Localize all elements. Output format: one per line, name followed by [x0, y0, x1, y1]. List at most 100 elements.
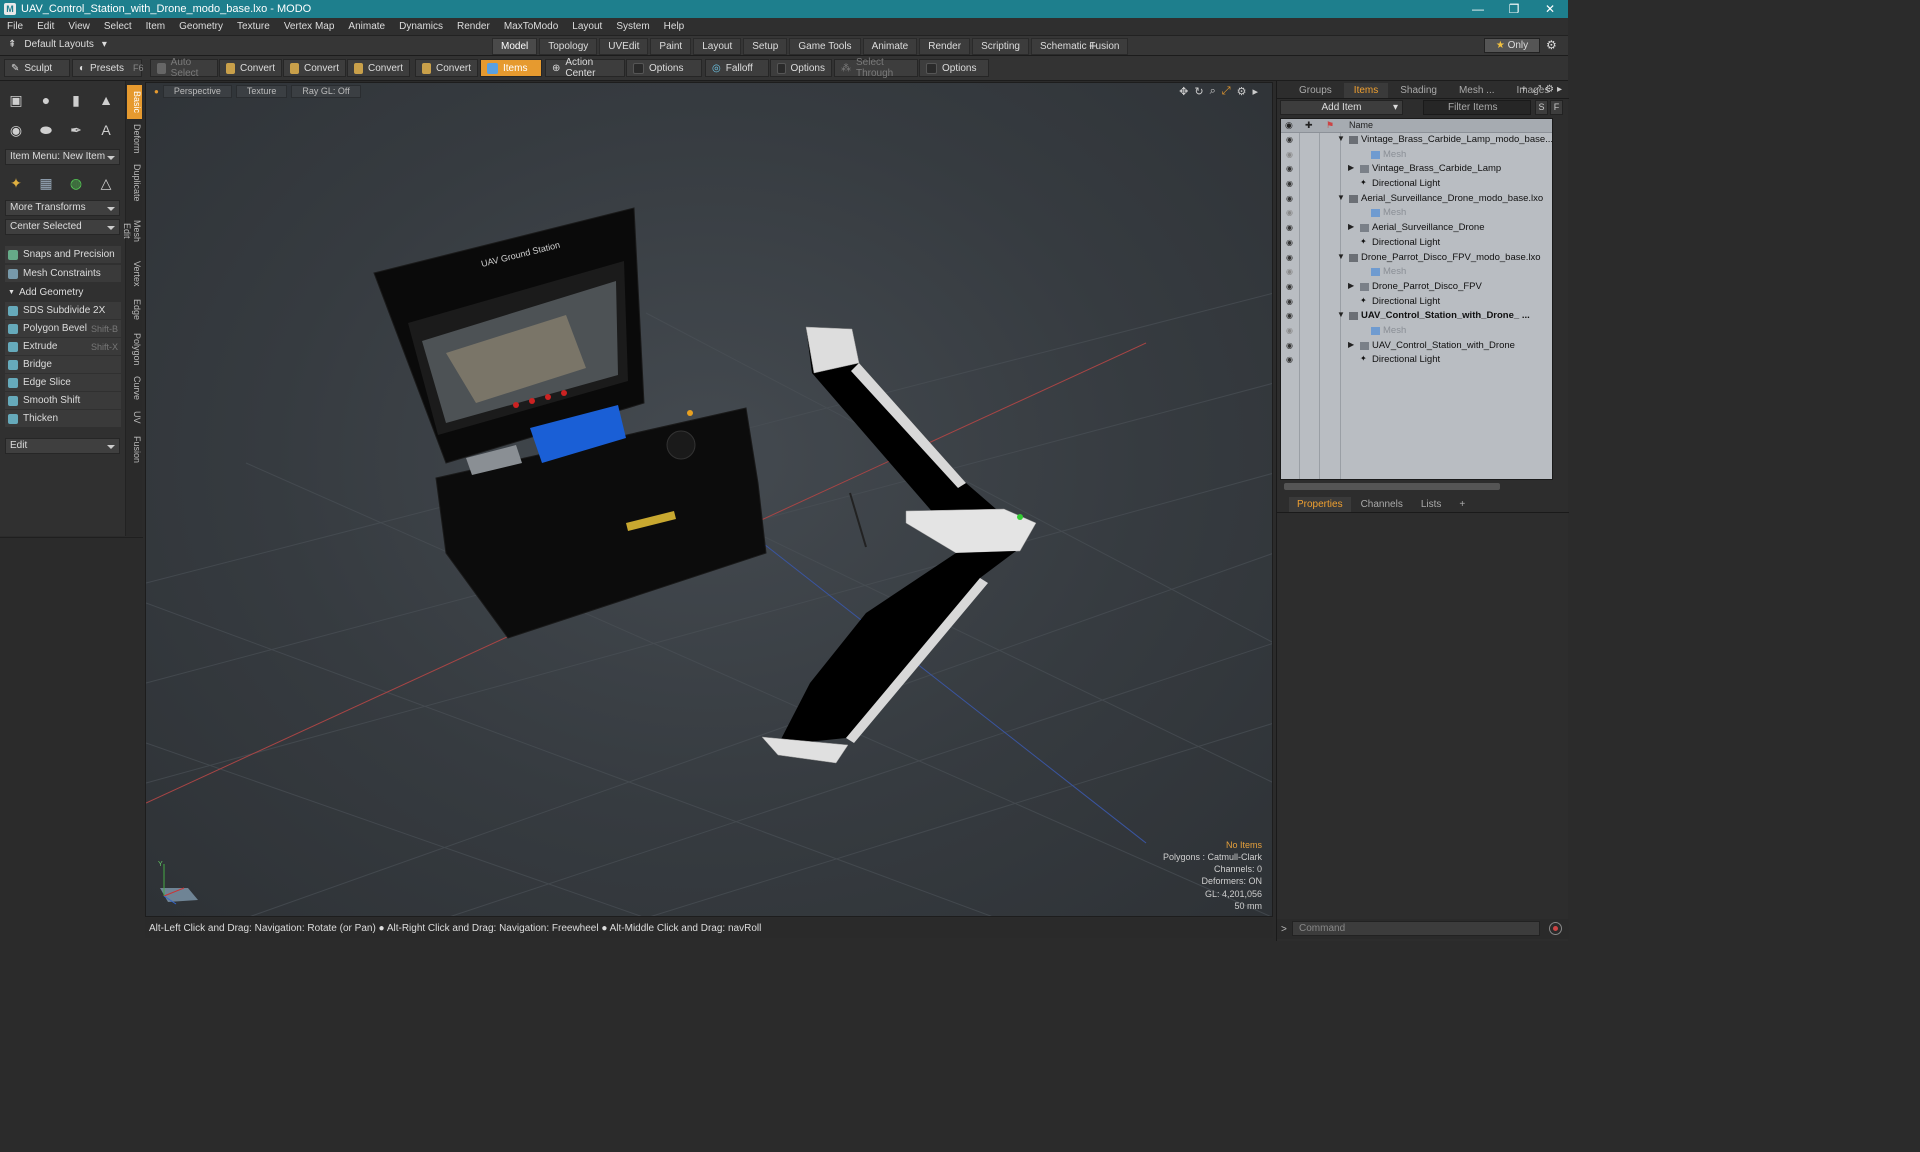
command-input[interactable]: Command [1292, 921, 1540, 936]
tab-animate[interactable]: Animate [862, 38, 918, 55]
convert-button-3[interactable]: Convert [347, 59, 410, 77]
item-row[interactable]: ◉ Mesh [1281, 206, 1552, 221]
cylinder-icon[interactable]: ▮ [64, 88, 88, 112]
add-tab-icon[interactable]: + [1521, 84, 1527, 95]
expand-down-icon[interactable]: ▼ [1337, 134, 1345, 143]
expand-right-icon[interactable]: ▶ [1348, 281, 1354, 290]
item-row[interactable]: ◉ ▶ Vintage_Brass_Carbide_Lamp [1281, 162, 1552, 177]
action-center-button[interactable]: ⊕ Action Center [545, 57, 625, 79]
menu-item[interactable]: Item [139, 21, 172, 32]
restore-button[interactable]: ❐ [1496, 2, 1532, 16]
menu-dynamics[interactable]: Dynamics [392, 21, 450, 32]
vtab-duplicate[interactable]: Duplicate [127, 161, 142, 205]
zoom-icon[interactable]: ⌕ [1210, 85, 1216, 98]
menu-vertex-map[interactable]: Vertex Map [277, 21, 342, 32]
thicken-button[interactable]: Thicken [5, 410, 121, 427]
item-row[interactable]: ◉ ▼ Aerial_Surveillance_Drone_modo_base.lx… [1281, 192, 1552, 207]
tab-paint[interactable]: Paint [650, 38, 692, 55]
menu-layout[interactable]: Layout [565, 21, 609, 32]
sphere-icon[interactable]: ● [34, 88, 58, 112]
tab-layout[interactable]: Layout [693, 38, 742, 55]
auto-select-button[interactable]: Auto Select [150, 57, 218, 79]
play-icon[interactable]: ▸ [1252, 85, 1258, 98]
visibility-eye-icon[interactable]: ◉ [1286, 297, 1296, 306]
item-row[interactable]: ◉ Mesh [1281, 324, 1552, 339]
item-row[interactable]: ◉ ▶ UAV_Control_Station_with_Drone [1281, 339, 1552, 354]
polygon-bevel-button[interactable]: Polygon Bevel Shift-B [5, 320, 121, 337]
visibility-eye-icon[interactable]: ◉ [1286, 238, 1296, 247]
visibility-eye-icon[interactable]: ◉ [1286, 208, 1296, 217]
vtab-basic[interactable]: Basic [127, 85, 142, 119]
tab-channels[interactable]: Channels [1353, 497, 1411, 512]
cube-icon[interactable]: ▣ [4, 88, 28, 112]
item-row[interactable]: ◉ ▼ UAV_Control_Station_with_Drone_ ... [1281, 309, 1552, 324]
tab-game-tools[interactable]: Game Tools [789, 38, 861, 55]
filter-items-input[interactable]: Filter Items [1423, 100, 1531, 115]
vtab-edge[interactable]: Edge [127, 295, 142, 325]
tab-render[interactable]: Render [919, 38, 971, 55]
visibility-eye-icon[interactable]: ◉ [1286, 341, 1296, 350]
bridge-button[interactable]: Bridge [5, 356, 121, 373]
fit-icon[interactable]: ⤢ [1222, 85, 1231, 98]
expand-down-icon[interactable]: ▼ [1337, 310, 1345, 319]
vtab-fusion[interactable]: Fusion [127, 433, 142, 467]
capsule-icon[interactable]: ⬬ [34, 118, 58, 142]
menu-render[interactable]: Render [450, 21, 497, 32]
tab-mesh[interactable]: Mesh ... [1449, 83, 1505, 98]
item-list[interactable]: ◉ ✚ ⚑ Name ◉ ▼ Vintage_Brass_Carbide_Lamp_… [1280, 118, 1553, 480]
item-row[interactable]: ◉ ✦ Directional Light [1281, 236, 1552, 251]
tab-groups[interactable]: Groups [1289, 83, 1342, 98]
convert-button-2[interactable]: Convert [283, 59, 346, 77]
visibility-eye-icon[interactable]: ◉ [1286, 253, 1296, 262]
vtab-mesh-edit[interactable]: Mesh Edit [122, 209, 142, 253]
tab-shading[interactable]: Shading [1390, 83, 1447, 98]
expand-icon[interactable]: ⤢ [1533, 84, 1541, 95]
expand-right-icon[interactable]: ▶ [1348, 340, 1354, 349]
options-button-3[interactable]: Options [919, 59, 989, 77]
add-item-button[interactable]: Add Item ▾ [1280, 100, 1403, 115]
text-icon[interactable]: A [94, 118, 118, 142]
more-transforms-dropdown[interactable]: More Transforms [5, 200, 120, 216]
tab-setup[interactable]: Setup [743, 38, 788, 55]
add-geometry-section[interactable]: ▼ Add Geometry [5, 284, 121, 300]
visibility-eye-icon[interactable]: ◉ [1286, 150, 1296, 159]
sds-subdivide-button[interactable]: SDS Subdivide 2X [5, 302, 121, 319]
edit-dropdown[interactable]: Edit [5, 438, 120, 454]
gear-icon[interactable]: ⚙ [1545, 84, 1554, 95]
raygl-button[interactable]: Ray GL: Off [291, 84, 361, 98]
center-selected-dropdown[interactable]: Center Selected [5, 219, 120, 235]
gear-icon[interactable]: ⚙ [1237, 85, 1247, 98]
visibility-eye-icon[interactable]: ◉ [1286, 355, 1296, 364]
edge-slice-button[interactable]: Edge Slice [5, 374, 121, 391]
smooth-shift-button[interactable]: Smooth Shift [5, 392, 121, 409]
default-layouts-dropdown[interactable]: ⇞ Default Layouts ▾ [8, 39, 107, 50]
s-button[interactable]: S [1535, 100, 1548, 115]
menu-edit[interactable]: Edit [30, 21, 61, 32]
menu-file[interactable]: File [0, 21, 30, 32]
only-button[interactable]: ★ Only [1484, 38, 1540, 53]
add-tab-icon[interactable]: + [1451, 497, 1473, 512]
item-row[interactable]: ◉ ▶ Drone_Parrot_Disco_FPV [1281, 280, 1552, 295]
name-column-header[interactable]: Name [1349, 120, 1373, 130]
record-icon[interactable] [1549, 922, 1562, 935]
perspective-button[interactable]: Perspective [162, 84, 232, 98]
expand-right-icon[interactable]: ▶ [1348, 222, 1354, 231]
expand-down-icon[interactable]: ▼ [1337, 252, 1345, 261]
tab-properties[interactable]: Properties [1289, 497, 1351, 512]
sculpt-button[interactable]: ✎ Sculpt [4, 59, 70, 77]
convert-button-4[interactable]: Convert [415, 59, 478, 77]
vtab-curve[interactable]: Curve [127, 373, 142, 403]
tab-scripting[interactable]: Scripting [972, 38, 1029, 55]
options-button-2[interactable]: Options [770, 59, 832, 77]
extrude-button[interactable]: Extrude Shift-X [5, 338, 121, 355]
item-row[interactable]: ◉ ▼ Vintage_Brass_Carbide_Lamp_modo_base..… [1281, 133, 1552, 148]
visibility-eye-icon[interactable]: ◉ [1286, 164, 1296, 173]
tab-schematic-fusion[interactable]: Schematic Fusion [1030, 38, 1129, 55]
tab-model[interactable]: Model [492, 38, 538, 55]
convert-button-1[interactable]: Convert [219, 59, 282, 77]
menu-animate[interactable]: Animate [341, 21, 392, 32]
pan-icon[interactable]: ✥ [1179, 85, 1188, 98]
tab-uvedit[interactable]: UVEdit [599, 38, 649, 55]
items-button[interactable]: Items [480, 59, 542, 77]
pen-icon[interactable]: ✒ [64, 118, 88, 142]
